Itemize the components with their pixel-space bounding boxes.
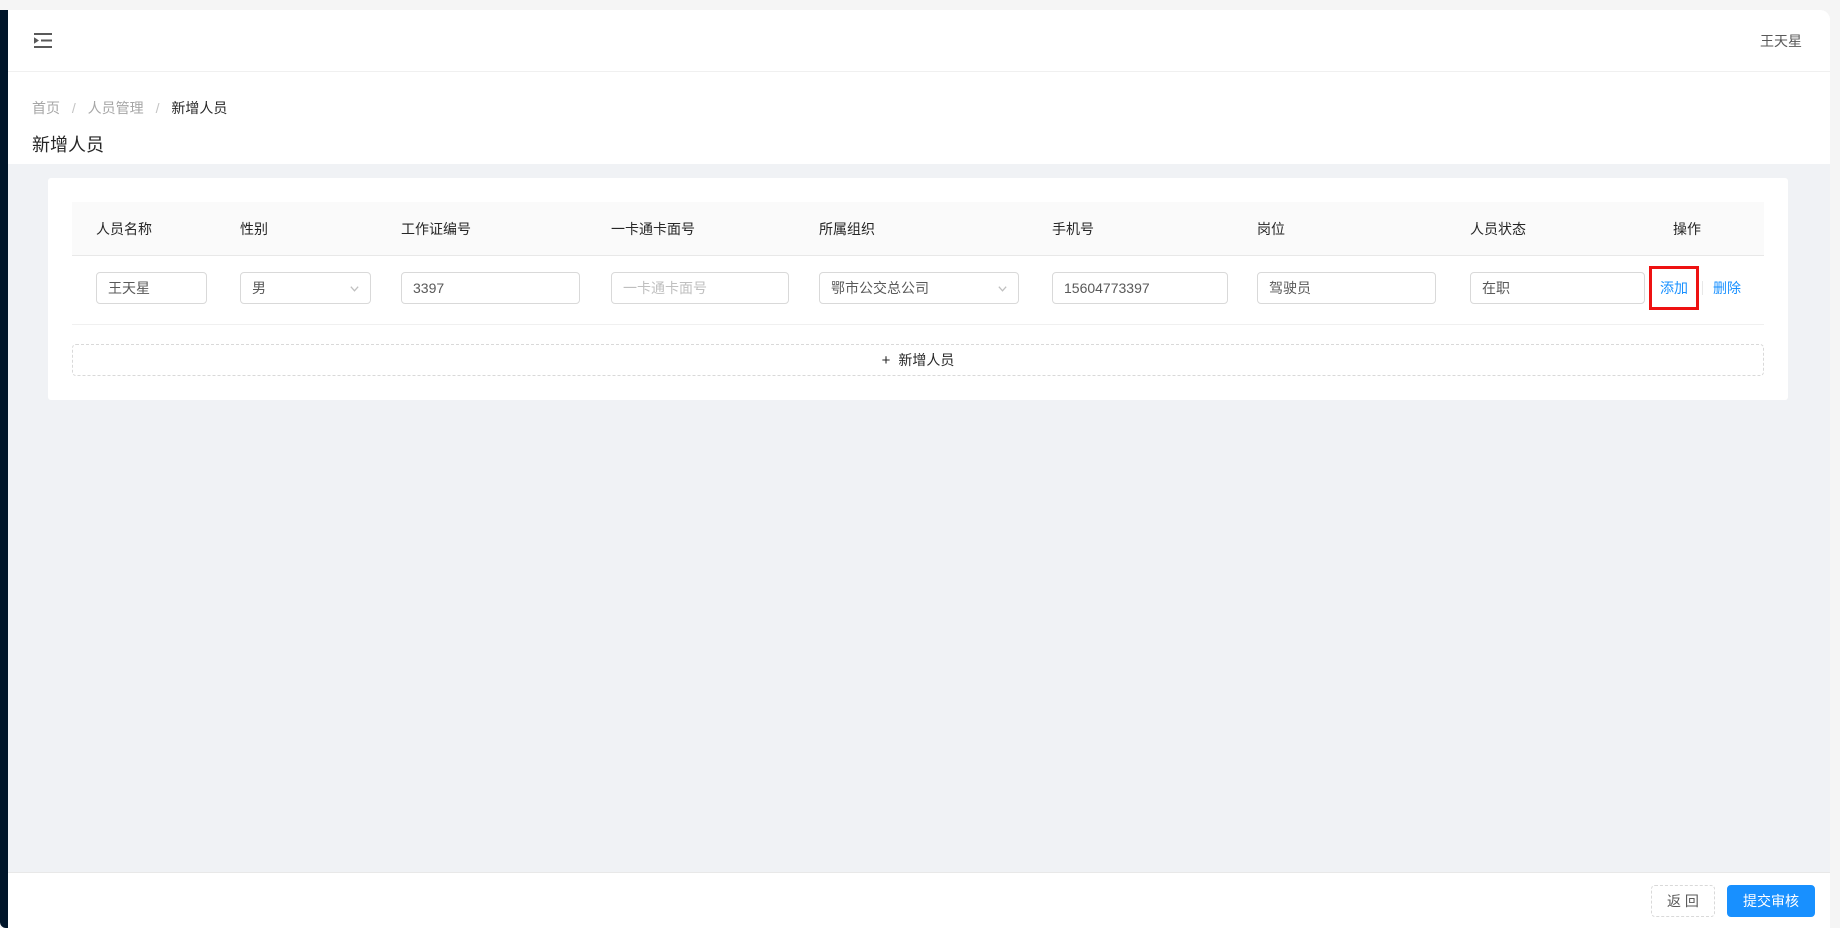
gender-select-value: 男 xyxy=(252,280,266,296)
menu-unfold-icon-svg xyxy=(34,33,52,48)
add-person-row-button[interactable]: + 新增人员 xyxy=(72,344,1764,376)
col-header-position: 岗位 xyxy=(1257,220,1285,237)
organization-select-value: 鄂市公交总公司 xyxy=(831,280,929,296)
position-input[interactable] xyxy=(1257,272,1436,304)
row-actions: 添加 删除 xyxy=(1649,266,1764,310)
chevron-down-icon xyxy=(350,286,359,292)
delete-action-link[interactable]: 删除 xyxy=(1713,278,1741,298)
breadcrumb: 首页 / 人员管理 / 新增人员 xyxy=(32,98,1830,118)
breadcrumb-person-management[interactable]: 人员管理 xyxy=(88,100,144,116)
back-button[interactable]: 返 回 xyxy=(1651,884,1715,917)
plus-icon: + xyxy=(881,351,891,369)
breadcrumb-current-page: 新增人员 xyxy=(171,100,228,116)
col-header-gender: 性别 xyxy=(240,220,268,237)
app-window: 王天星 首页 / 人员管理 / 新增人员 新增人员 人员名称 性别 工作证编号 … xyxy=(0,10,1830,928)
col-header-actions: 操作 xyxy=(1673,220,1701,237)
col-header-card-no: 一卡通卡面号 xyxy=(611,220,695,237)
breadcrumb-home[interactable]: 首页 xyxy=(32,100,60,116)
personnel-table: 人员名称 性别 工作证编号 一卡通卡面号 所属组织 手机号 岗位 人员状态 操作 xyxy=(72,202,1764,376)
submit-review-button[interactable]: 提交审核 xyxy=(1727,884,1815,917)
chevron-down-icon xyxy=(998,286,1007,292)
name-input[interactable] xyxy=(96,272,207,304)
col-header-work-id: 工作证编号 xyxy=(401,220,471,237)
top-header-bar: 王天星 xyxy=(0,10,1830,72)
page-title: 新增人员 xyxy=(32,135,104,155)
page-head-section: 首页 / 人员管理 / 新增人员 新增人员 xyxy=(0,72,1830,164)
breadcrumb-separator: / xyxy=(155,100,160,116)
content-area: 人员名称 性别 工作证编号 一卡通卡面号 所属组织 手机号 岗位 人员状态 操作 xyxy=(0,164,1830,872)
personnel-form-card: 人员名称 性别 工作证编号 一卡通卡面号 所属组织 手机号 岗位 人员状态 操作 xyxy=(48,178,1788,400)
work-id-input[interactable] xyxy=(401,272,580,304)
current-user-name[interactable]: 王天星 xyxy=(1760,31,1810,51)
collapsed-sidebar xyxy=(0,10,8,928)
table-row: 男 xyxy=(72,256,1764,325)
footer-action-bar: 返 回 提交审核 xyxy=(0,872,1830,928)
col-header-organization: 所属组织 xyxy=(819,220,875,237)
col-header-name: 人员名称 xyxy=(96,220,152,237)
table-header-row: 人员名称 性别 工作证编号 一卡通卡面号 所属组织 手机号 岗位 人员状态 操作 xyxy=(72,202,1764,256)
organization-select[interactable]: 鄂市公交总公司 xyxy=(819,272,1019,304)
phone-input[interactable] xyxy=(1052,272,1228,304)
status-input[interactable] xyxy=(1470,272,1645,304)
add-action-link[interactable]: 添加 xyxy=(1660,280,1688,296)
add-person-row-button-label: 新增人员 xyxy=(898,352,955,368)
col-header-status: 人员状态 xyxy=(1470,220,1526,237)
col-header-phone: 手机号 xyxy=(1052,220,1094,237)
gender-select[interactable]: 男 xyxy=(240,272,371,304)
menu-unfold-icon[interactable] xyxy=(30,30,56,52)
actions-divider xyxy=(1702,281,1703,295)
breadcrumb-separator: / xyxy=(71,100,76,116)
screen: 王天星 首页 / 人员管理 / 新增人员 新增人员 人员名称 性别 工作证编号 … xyxy=(0,0,1840,928)
card-no-input[interactable] xyxy=(611,272,789,304)
